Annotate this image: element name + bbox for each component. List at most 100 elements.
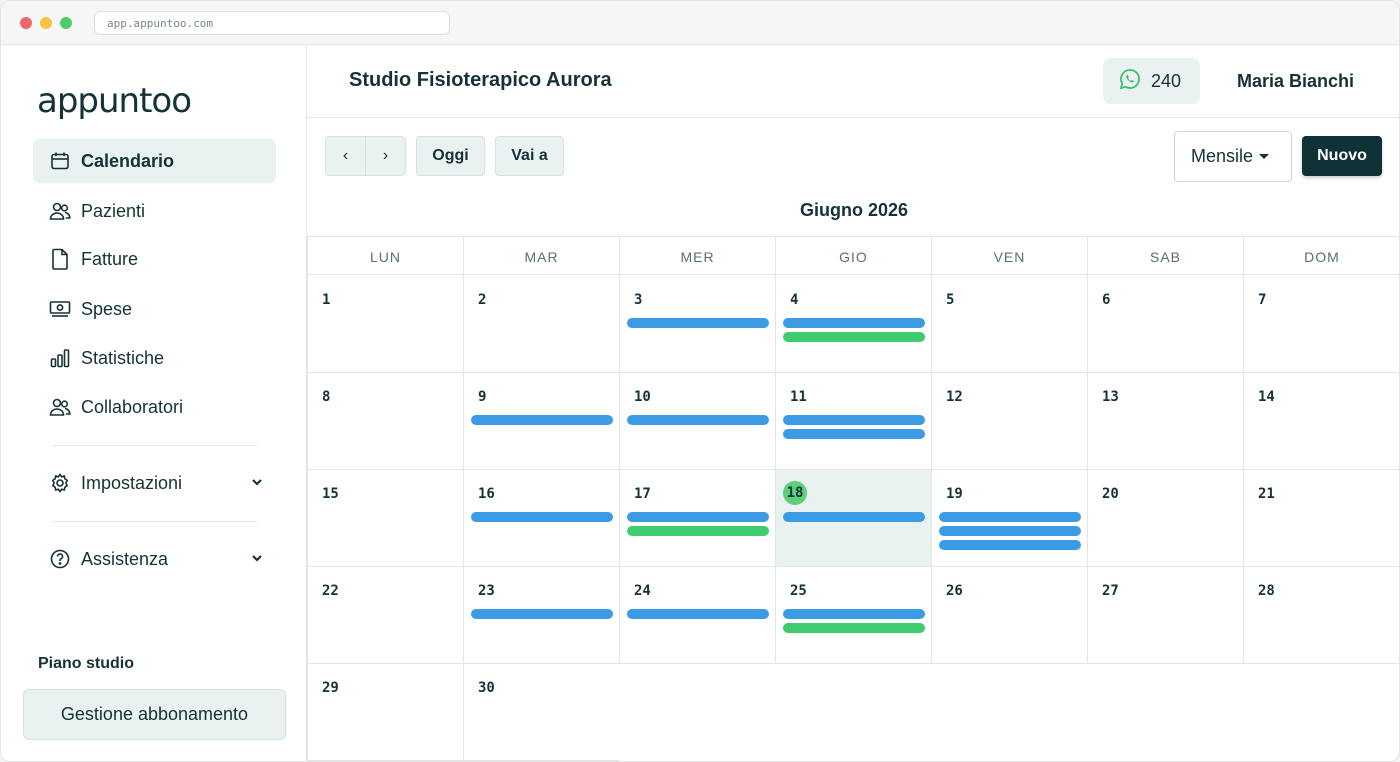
day-cell[interactable]: 22	[307, 567, 463, 664]
day-number: 19	[946, 486, 963, 502]
appointment-bar[interactable]	[627, 512, 769, 522]
day-cell[interactable]: 17	[619, 470, 775, 567]
appointment-bar[interactable]	[783, 609, 925, 619]
day-cell[interactable]: 19	[931, 470, 1087, 567]
appointment-bar[interactable]	[627, 526, 769, 536]
day-cell[interactable]: 10	[619, 373, 775, 470]
whatsapp-count: 240	[1151, 70, 1182, 91]
whatsapp-icon	[1119, 68, 1141, 95]
day-cell[interactable]: 4	[775, 276, 931, 373]
view-select-value: Mensile	[1191, 146, 1254, 166]
sidebar: appuntoo Calendario Pazienti Fatture Spe…	[1, 45, 307, 761]
day-cell[interactable]: 2	[463, 276, 619, 373]
day-cell[interactable]: 5	[931, 276, 1087, 373]
day-cell[interactable]: 8	[307, 373, 463, 470]
day-cell[interactable]: 6	[1087, 276, 1243, 373]
appointment-bar[interactable]	[939, 526, 1081, 536]
goto-button[interactable]: Vai a	[495, 136, 564, 176]
sidebar-divider	[53, 445, 257, 446]
appointment-bar[interactable]	[627, 609, 769, 619]
sidebar-item-calendario[interactable]: Calendario	[33, 139, 276, 183]
sidebar-item-pazienti[interactable]: Pazienti	[33, 189, 276, 233]
sidebar-item-impostazioni[interactable]: Impostazioni	[33, 461, 276, 505]
day-number: 16	[478, 486, 495, 502]
document-icon	[49, 248, 71, 270]
close-window-icon[interactable]	[20, 17, 32, 29]
whatsapp-counter-button[interactable]: 240	[1103, 58, 1200, 104]
browser-titlebar: app.appuntoo.com	[1, 1, 1399, 45]
appointment-bar[interactable]	[783, 623, 925, 633]
appointment-bar[interactable]	[471, 609, 613, 619]
appointment-bar[interactable]	[471, 512, 613, 522]
sidebar-divider	[53, 521, 257, 522]
maximize-window-icon[interactable]	[60, 17, 72, 29]
day-cell[interactable]: 7	[1243, 276, 1399, 373]
day-cell[interactable]: 18	[775, 470, 931, 567]
day-number: 1	[322, 292, 331, 308]
sidebar-item-label: Pazienti	[81, 200, 146, 221]
new-appointment-button[interactable]: Nuovo	[1302, 136, 1382, 176]
day-cell[interactable]: 24	[619, 567, 775, 664]
day-cell[interactable]: 3	[619, 276, 775, 373]
day-cell[interactable]: 11	[775, 373, 931, 470]
day-number: 22	[322, 583, 339, 599]
day-number: 11	[790, 389, 807, 405]
day-cell[interactable]: 15	[307, 470, 463, 567]
day-cell[interactable]: 14	[1243, 373, 1399, 470]
today-button[interactable]: Oggi	[416, 136, 485, 176]
sidebar-item-fatture[interactable]: Fatture	[33, 237, 276, 281]
url-bar[interactable]: app.appuntoo.com	[94, 11, 450, 35]
appointment-bar[interactable]	[471, 415, 613, 425]
month-title: Giugno 2026	[799, 200, 909, 220]
appointment-bar[interactable]	[783, 429, 925, 439]
minimize-window-icon[interactable]	[40, 17, 52, 29]
studio-name: Studio Fisioterapico Aurora	[349, 69, 612, 91]
sidebar-item-collaboratori[interactable]: Collaboratori	[33, 385, 276, 429]
day-number: 20	[1102, 486, 1119, 502]
day-cell[interactable]: 27	[1087, 567, 1243, 664]
sidebar-item-statistiche[interactable]: Statistiche	[33, 336, 276, 380]
day-cell[interactable]: 16	[463, 470, 619, 567]
day-cell[interactable]: 29	[307, 664, 463, 761]
day-number: 15	[322, 486, 339, 502]
user-name[interactable]: Maria Bianchi	[1237, 71, 1354, 92]
day-cell[interactable]: 9	[463, 373, 619, 470]
day-cell[interactable]: 25	[775, 567, 931, 664]
appointment-bar[interactable]	[627, 318, 769, 328]
appointment-bar[interactable]	[939, 540, 1081, 550]
weekday-mar: MAR	[463, 237, 619, 276]
sidebar-item-label: Collaboratori	[81, 396, 184, 417]
day-number: 29	[322, 680, 339, 696]
appointment-bar[interactable]	[783, 318, 925, 328]
sidebar-item-spese[interactable]: Spese	[33, 287, 276, 331]
previous-button[interactable]: ‹	[326, 137, 366, 175]
day-cell[interactable]: 26	[931, 567, 1087, 664]
app-logo: appuntoo	[37, 81, 192, 121]
manage-subscription-button[interactable]: Gestione abbonamento	[23, 689, 286, 740]
day-number: 30	[478, 680, 495, 696]
day-number: 23	[478, 583, 495, 599]
next-button[interactable]: ›	[366, 137, 405, 175]
day-cell[interactable]: 20	[1087, 470, 1243, 567]
sidebar-item-label: Impostazioni	[81, 472, 183, 493]
sidebar-item-assistenza[interactable]: Assistenza	[33, 537, 276, 581]
day-cell[interactable]: 13	[1087, 373, 1243, 470]
day-cell[interactable]: 23	[463, 567, 619, 664]
appointment-bar[interactable]	[783, 332, 925, 342]
appointment-bar[interactable]	[783, 512, 925, 522]
day-cell[interactable]: 28	[1243, 567, 1399, 664]
appointment-bar[interactable]	[783, 415, 925, 425]
day-number: 5	[946, 292, 955, 308]
day-number: 10	[634, 389, 651, 405]
appointment-bar[interactable]	[627, 415, 769, 425]
appointment-bar[interactable]	[939, 512, 1081, 522]
day-number: 13	[1102, 389, 1119, 405]
day-cell[interactable]: 30	[463, 664, 619, 761]
day-number: 9	[478, 389, 487, 405]
sidebar-item-label: Calendario	[81, 150, 175, 171]
view-select[interactable]: Mensile	[1174, 131, 1292, 182]
day-number: 8	[322, 389, 331, 405]
day-cell[interactable]: 12	[931, 373, 1087, 470]
day-cell[interactable]: 1	[307, 276, 463, 373]
day-cell[interactable]: 21	[1243, 470, 1399, 567]
